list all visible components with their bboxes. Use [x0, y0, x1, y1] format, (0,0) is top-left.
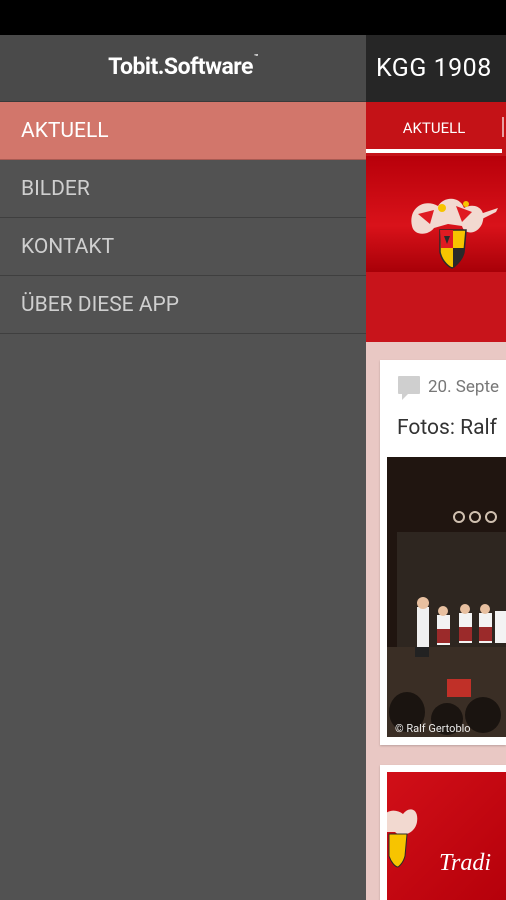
post-meta: 20. Septe [398, 376, 500, 400]
app-bar: KGG 1908 [366, 35, 506, 102]
post-card[interactable]: 20. Septe Fotos: Ralf © Ralf Gertoblo [380, 360, 506, 745]
post-photo[interactable]: © Ralf Gertoblo [387, 457, 506, 737]
photo-caption: © Ralf Gertoblo [395, 722, 471, 735]
menu-item-aktuell[interactable]: AKTUELL [0, 102, 366, 160]
drawer-menu: AKTUELL BILDER KONTAKT ÜBER DIESE APP [0, 102, 366, 334]
app-title: KGG 1908 [376, 54, 492, 83]
promo-text: Tradi [439, 850, 492, 876]
banner-image [366, 156, 506, 272]
navigation-drawer: Tobit.Software™ AKTUELL BILDER KONTAKT Ü… [0, 35, 366, 900]
menu-item-ueber-diese-app[interactable]: ÜBER DIESE APP [0, 276, 366, 334]
banner-strip [366, 272, 506, 342]
stage-photo-illustration [387, 457, 506, 737]
promo-image: Tradi [387, 772, 506, 900]
post-title: Fotos: Ralf [397, 416, 497, 440]
menu-item-kontakt[interactable]: KONTAKT [0, 218, 366, 276]
brand-logo: Tobit.Software™ [108, 53, 258, 80]
tab-bar: AKTUELL [366, 102, 506, 153]
post-card-2[interactable]: Tradi [380, 765, 506, 900]
menu-item-bilder[interactable]: BILDER [0, 160, 366, 218]
tab-aktuell[interactable]: AKTUELL [366, 102, 502, 153]
status-bar [0, 0, 506, 35]
tab-separator [502, 117, 504, 137]
crest-logo [411, 198, 498, 269]
post-date: 20. Septe [428, 377, 500, 397]
drawer-header: Tobit.Software™ [0, 35, 366, 102]
comment-icon [398, 376, 420, 400]
header-banner [366, 153, 506, 342]
promo-crest [387, 809, 418, 868]
